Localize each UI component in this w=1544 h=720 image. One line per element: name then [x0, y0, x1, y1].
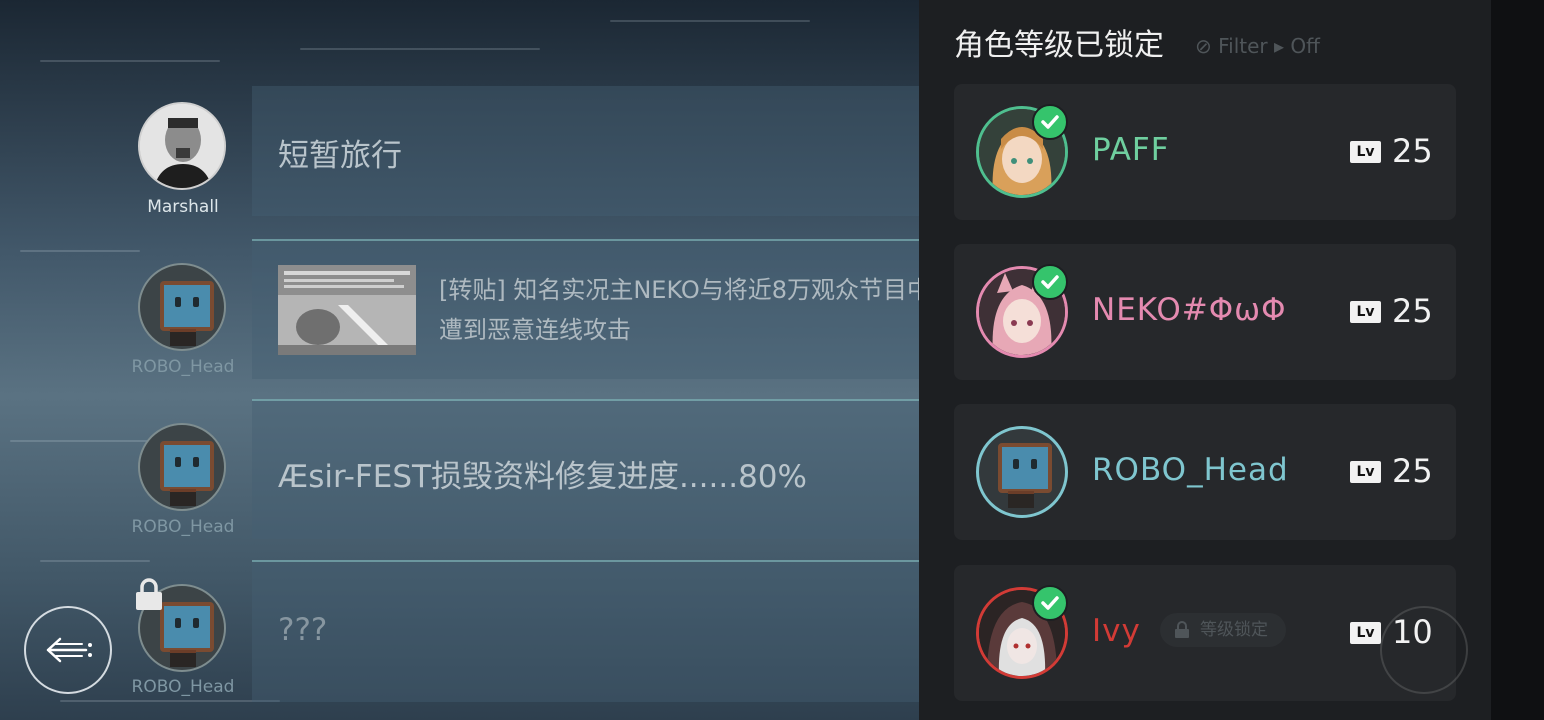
back-arrow-icon — [46, 637, 92, 663]
avatar — [976, 426, 1068, 518]
lock-icon — [136, 578, 162, 610]
level-value: 25 — [1392, 132, 1433, 170]
author-name: ROBO_Head — [131, 357, 235, 377]
water-streak — [20, 250, 140, 252]
level-badge: Lv — [1350, 622, 1381, 644]
post-title-line2: 遭到恶意连线攻击 — [439, 316, 631, 344]
level-badge: Lv — [1350, 461, 1381, 483]
character-card-robo-head[interactable]: ROBO_Head Lv 25 — [954, 404, 1456, 540]
filter-label: Filter — [1218, 34, 1268, 58]
water-streak — [60, 700, 280, 702]
level-value: 25 — [1392, 292, 1433, 330]
avatar[interactable] — [138, 263, 226, 351]
level-badge: Lv — [1350, 301, 1381, 323]
back-button[interactable] — [24, 606, 112, 694]
water-streak — [300, 48, 540, 50]
character-card-paff[interactable]: PAFF Lv 25 — [954, 84, 1456, 220]
author-name: ROBO_Head — [131, 677, 235, 697]
author-name: Marshall — [147, 197, 219, 217]
avatar[interactable] — [138, 423, 226, 511]
character-name: ROBO_Head — [1092, 452, 1289, 488]
water-streak — [40, 60, 220, 62]
level-lock-pill[interactable]: 等级锁定 — [1160, 613, 1286, 647]
check-icon — [1032, 585, 1068, 621]
eye-slash-icon: ⊘ — [1195, 34, 1212, 58]
post-title: Æsir-FEST损毁资料修复进度......80% — [278, 459, 807, 495]
level-value: 25 — [1392, 452, 1433, 490]
character-card-neko[interactable]: NEKO#ΦωΦ Lv 25 — [954, 244, 1456, 380]
filter-toggle: ⊘ Filter ▸ Off — [1195, 34, 1320, 58]
post-title-line1: [转贴] 知名实况主NEKO与将近8万观众节目中 — [439, 276, 932, 304]
lock-icon — [1175, 621, 1189, 638]
panel-title: 角色等级已锁定 — [954, 28, 1164, 63]
panel-edge — [1491, 0, 1544, 720]
avatar[interactable] — [138, 102, 226, 190]
level-badge: Lv — [1350, 141, 1381, 163]
character-name: Ivy — [1092, 613, 1141, 649]
character-name: NEKO#ΦωΦ — [1092, 292, 1287, 328]
character-name: PAFF — [1092, 132, 1170, 168]
post-title: 短暂旅行 — [278, 138, 402, 174]
check-icon — [1032, 264, 1068, 300]
character-card-ivy[interactable]: Ivy 等级锁定 Lv 10 — [954, 565, 1456, 701]
post-thumbnail — [278, 265, 416, 355]
post-title: ??? — [278, 612, 328, 648]
filter-value: Off — [1290, 34, 1320, 58]
lock-label: 等级锁定 — [1200, 620, 1268, 640]
water-streak — [40, 560, 150, 562]
confirm-button[interactable] — [1380, 606, 1468, 694]
water-streak — [610, 20, 810, 22]
author-name: ROBO_Head — [131, 517, 235, 537]
check-icon — [1032, 104, 1068, 140]
